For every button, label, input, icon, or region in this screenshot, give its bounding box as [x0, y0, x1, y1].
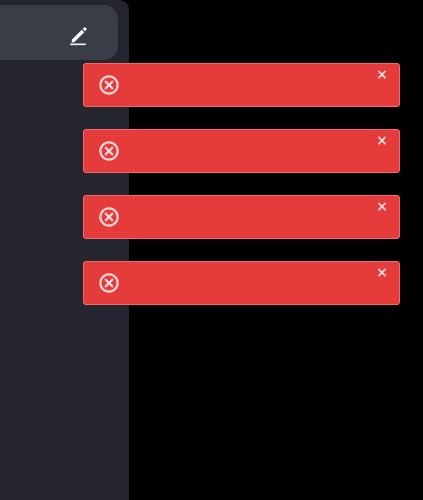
- close-button[interactable]: ×: [376, 68, 388, 82]
- error-toast: ×: [83, 195, 400, 239]
- error-toast: ×: [83, 129, 400, 173]
- pencil-icon[interactable]: [68, 24, 88, 46]
- screen: × × × ×: [0, 0, 423, 500]
- close-button[interactable]: ×: [376, 266, 388, 280]
- close-button[interactable]: ×: [376, 200, 388, 214]
- sidebar-top-bar: [0, 5, 118, 60]
- x-circle-icon: [99, 207, 119, 227]
- x-circle-icon: [99, 141, 119, 161]
- toast-stack: × × × ×: [83, 63, 400, 305]
- x-circle-icon: [99, 273, 119, 293]
- error-toast: ×: [83, 63, 400, 107]
- close-button[interactable]: ×: [376, 134, 388, 148]
- error-toast: ×: [83, 261, 400, 305]
- x-circle-icon: [99, 75, 119, 95]
